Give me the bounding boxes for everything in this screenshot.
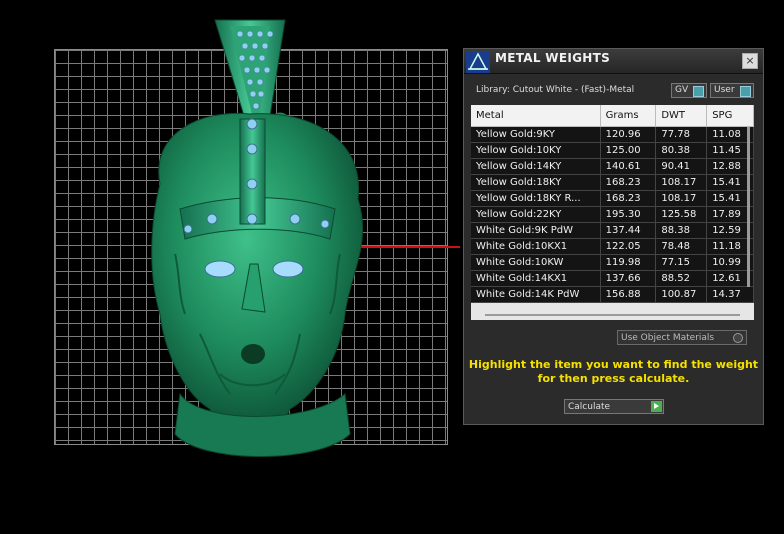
table-row[interactable]: White Gold:14KX1 137.66 88.52 12.61 bbox=[471, 270, 754, 287]
library-label: Library: Cutout White - (Fast)-Metal bbox=[476, 85, 635, 95]
table-header-row: Metal Grams DWT SPG bbox=[471, 105, 754, 127]
column-header-metal[interactable]: Metal bbox=[471, 105, 601, 127]
calculate-button[interactable]: Calculate bbox=[564, 399, 664, 414]
cell-metal: Yellow Gold:18KY R... bbox=[471, 190, 601, 207]
cell-grams: 119.98 bbox=[600, 254, 657, 271]
cell-dwt: 78.48 bbox=[655, 238, 708, 255]
cell-spg: 14.37 bbox=[706, 286, 754, 303]
cell-dwt: 77.78 bbox=[655, 126, 708, 143]
cell-dwt: 108.17 bbox=[655, 174, 708, 191]
table-row[interactable]: White Gold:10KX1 122.05 78.48 11.18 bbox=[471, 238, 754, 255]
cell-metal: White Gold:14KX1 bbox=[471, 270, 601, 287]
user-label: User bbox=[714, 85, 735, 95]
toggle-switch-icon bbox=[740, 86, 751, 97]
instruction-line-1: Highlight the item you want to find the … bbox=[468, 358, 759, 371]
cell-dwt: 125.58 bbox=[655, 206, 708, 223]
cell-grams: 125.00 bbox=[600, 142, 657, 159]
column-header-spg[interactable]: SPG bbox=[706, 105, 754, 127]
cell-grams: 168.23 bbox=[600, 174, 657, 191]
cell-metal: White Gold:10KX1 bbox=[471, 238, 601, 255]
panel-header: METAL WEIGHTS × bbox=[464, 49, 763, 74]
cell-dwt: 80.38 bbox=[655, 142, 708, 159]
cell-dwt: 77.15 bbox=[655, 254, 708, 271]
metals-table-container: Metal Grams DWT SPG Yellow Gold:9KY 120.96 77… bbox=[471, 105, 754, 320]
cell-metal: Yellow Gold:10KY bbox=[471, 142, 601, 159]
table-row[interactable]: Yellow Gold:18KY R... 168.23 108.17 15.41 bbox=[471, 190, 754, 207]
cell-grams: 156.88 bbox=[600, 286, 657, 303]
calculate-label: Calculate bbox=[568, 402, 611, 412]
cell-dwt: 88.52 bbox=[655, 270, 708, 287]
cell-grams: 168.23 bbox=[600, 190, 657, 207]
column-header-dwt[interactable]: DWT bbox=[655, 105, 708, 127]
cell-dwt: 100.87 bbox=[655, 286, 708, 303]
column-header-grams[interactable]: Grams bbox=[600, 105, 657, 127]
table-row[interactable]: Yellow Gold:22KY 195.30 125.58 17.89 bbox=[471, 206, 754, 223]
cell-metal: White Gold:10KW bbox=[471, 254, 601, 271]
horizontal-scrollbar[interactable] bbox=[485, 314, 740, 316]
play-arrow-icon bbox=[651, 401, 662, 412]
table-row[interactable]: White Gold:14K PdW 156.88 100.87 14.37 bbox=[471, 286, 754, 303]
panel-title: METAL WEIGHTS bbox=[495, 51, 611, 65]
use-object-materials-toggle[interactable]: Use Object Materials bbox=[617, 330, 747, 345]
vertical-scrollbar[interactable] bbox=[747, 127, 750, 287]
cell-grams: 137.66 bbox=[600, 270, 657, 287]
cell-dwt: 88.38 bbox=[655, 222, 708, 239]
instruction-line-2: for then press calculate. bbox=[537, 372, 690, 385]
cell-metal: White Gold:14K PdW bbox=[471, 286, 601, 303]
user-toggle[interactable]: User bbox=[710, 83, 754, 98]
zeus-head-pendant-model[interactable] bbox=[140, 14, 380, 474]
cell-grams: 140.61 bbox=[600, 158, 657, 175]
cell-grams: 137.44 bbox=[600, 222, 657, 239]
cell-metal: Yellow Gold:22KY bbox=[471, 206, 601, 223]
3d-viewport[interactable] bbox=[0, 0, 460, 534]
radio-knob-icon bbox=[733, 333, 743, 343]
cell-dwt: 90.41 bbox=[655, 158, 708, 175]
cell-metal: White Gold:9K PdW bbox=[471, 222, 601, 239]
cell-metal: Yellow Gold:14KY bbox=[471, 158, 601, 175]
table-row[interactable]: Yellow Gold:18KY 168.23 108.17 15.41 bbox=[471, 174, 754, 191]
table-row[interactable]: Yellow Gold:10KY 125.00 80.38 11.45 bbox=[471, 142, 754, 159]
scale-logo-icon bbox=[466, 51, 490, 73]
cell-grams: 122.05 bbox=[600, 238, 657, 255]
toggle-switch-icon bbox=[693, 86, 704, 97]
cell-grams: 195.30 bbox=[600, 206, 657, 223]
gv-label: GV bbox=[675, 85, 689, 95]
cell-dwt: 108.17 bbox=[655, 190, 708, 207]
table-row[interactable]: Yellow Gold:14KY 140.61 90.41 12.88 bbox=[471, 158, 754, 175]
instruction-text: Highlight the item you want to find the … bbox=[464, 358, 763, 386]
table-row[interactable]: White Gold:10KW 119.98 77.15 10.99 bbox=[471, 254, 754, 271]
metals-table: Metal Grams DWT SPG Yellow Gold:9KY 120.96 77… bbox=[471, 105, 754, 303]
table-row[interactable]: White Gold:9K PdW 137.44 88.38 12.59 bbox=[471, 222, 754, 239]
cell-metal: Yellow Gold:18KY bbox=[471, 174, 601, 191]
metal-weights-panel: METAL WEIGHTS × Library: Cutout White - … bbox=[463, 48, 764, 425]
cell-metal: Yellow Gold:9KY bbox=[471, 126, 601, 143]
cell-grams: 120.96 bbox=[600, 126, 657, 143]
table-row[interactable]: Yellow Gold:9KY 120.96 77.78 11.08 bbox=[471, 126, 754, 143]
gv-toggle[interactable]: GV bbox=[671, 83, 707, 98]
use-object-materials-label: Use Object Materials bbox=[621, 333, 715, 343]
close-button[interactable]: × bbox=[742, 53, 758, 69]
